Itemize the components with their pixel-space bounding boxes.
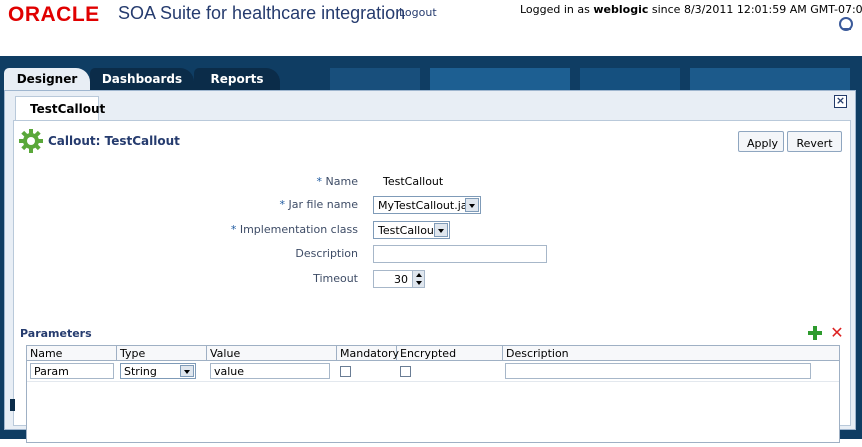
chevron-down-icon[interactable] xyxy=(434,223,448,237)
logout-link[interactable]: Logout xyxy=(399,6,437,19)
required-marker: * xyxy=(316,175,323,188)
timeout-spinner[interactable]: 30 xyxy=(373,270,425,288)
parameters-section: Parameters ✕ Name Type Value Mandatory E… xyxy=(18,325,848,447)
panel-expand-handle[interactable] xyxy=(10,399,15,411)
chevron-down-icon[interactable] xyxy=(180,365,194,377)
subtab-testcallout[interactable]: TestCallout xyxy=(15,96,105,120)
oracle-logo: ORACLE xyxy=(8,3,100,26)
jar-label-text: Jar file name xyxy=(288,198,358,211)
column-header[interactable]: Value xyxy=(207,346,337,361)
param-value-input[interactable]: value xyxy=(210,363,330,379)
product-title: SOA Suite for healthcare integration xyxy=(118,3,406,23)
status-ring-icon[interactable] xyxy=(839,17,853,31)
gear-icon xyxy=(19,129,43,153)
band-decoration xyxy=(580,68,680,90)
encrypted-checkbox[interactable] xyxy=(400,366,411,377)
parameters-title: Parameters xyxy=(20,327,92,340)
param-name-input[interactable]: Param xyxy=(30,363,114,379)
column-header[interactable]: Name xyxy=(27,346,117,361)
impl-label: * Implementation class xyxy=(231,223,358,236)
callout-toolbar: Callout: TestCallout Apply Revert xyxy=(14,123,850,153)
username: weblogic xyxy=(593,3,649,16)
jar-file-select[interactable]: MyTestCallout.jar xyxy=(373,196,481,214)
band-decoration xyxy=(690,68,850,90)
tab-designer[interactable]: Designer xyxy=(4,68,90,90)
impl-label-text: Implementation class xyxy=(239,223,358,236)
tab-dashboards[interactable]: Dashboards xyxy=(90,68,194,90)
timeout-value: 30 xyxy=(394,273,408,286)
revert-button[interactable]: Revert xyxy=(787,131,842,152)
callout-title: Callout: TestCallout xyxy=(48,134,180,148)
impl-class-select[interactable]: TestCallout xyxy=(373,221,450,239)
param-type-value: String xyxy=(124,365,157,378)
table-row: Param String value xyxy=(27,361,839,382)
description-input[interactable] xyxy=(373,245,547,263)
impl-class-value: TestCallout xyxy=(378,224,439,237)
tab-reports[interactable]: Reports xyxy=(194,68,280,90)
description-label: Description xyxy=(295,247,358,260)
login-suffix: since 8/3/2011 12:01:59 AM GMT-07:00 xyxy=(651,3,862,16)
parameters-table: Name Type Value Mandatory Encrypted Desc… xyxy=(26,345,840,443)
callout-editor: Callout: TestCallout Apply Revert * Name… xyxy=(13,120,851,443)
login-status: Logged in as weblogic since 8/3/2011 12:… xyxy=(520,3,862,16)
spinner-arrows-icon[interactable] xyxy=(412,271,424,287)
name-value: TestCallout xyxy=(383,175,444,188)
close-icon[interactable]: × xyxy=(834,95,847,108)
column-header[interactable]: Type xyxy=(117,346,207,361)
jar-label: * Jar file name xyxy=(280,198,358,211)
param-description-input[interactable] xyxy=(505,363,811,379)
description-row: Description xyxy=(14,245,850,265)
name-label-text: Name xyxy=(325,175,358,188)
app-header: ORACLE SOA Suite for healthcare integrat… xyxy=(0,0,862,56)
timeout-row: Timeout 30 xyxy=(14,270,850,290)
delete-icon[interactable]: ✕ xyxy=(830,325,844,341)
required-marker: * xyxy=(279,198,286,211)
required-marker: * xyxy=(230,223,237,236)
mandatory-checkbox[interactable] xyxy=(340,366,351,377)
jar-row: * Jar file name MyTestCallout.jar xyxy=(14,196,850,216)
table-header: Name Type Value Mandatory Encrypted Desc… xyxy=(27,346,839,361)
timeout-label: Timeout xyxy=(313,272,358,285)
jar-file-value: MyTestCallout.jar xyxy=(378,199,473,212)
param-type-select[interactable]: String xyxy=(120,363,196,379)
add-icon[interactable] xyxy=(808,326,822,340)
band-decoration xyxy=(330,68,420,90)
column-header[interactable]: Mandatory xyxy=(337,346,399,361)
column-header[interactable]: Description xyxy=(503,346,839,361)
chevron-down-icon[interactable] xyxy=(465,198,479,212)
apply-button[interactable]: Apply xyxy=(738,131,784,152)
name-row: * Name TestCallout xyxy=(14,173,850,193)
column-header[interactable]: Encrypted xyxy=(397,346,503,361)
designer-panel: TestCallout × Callout: TestCallout Apply… xyxy=(4,90,856,443)
name-label: * Name xyxy=(317,175,358,188)
impl-row: * Implementation class TestCallout xyxy=(14,221,850,241)
band-decoration xyxy=(430,68,570,90)
login-prefix: Logged in as xyxy=(520,3,590,16)
